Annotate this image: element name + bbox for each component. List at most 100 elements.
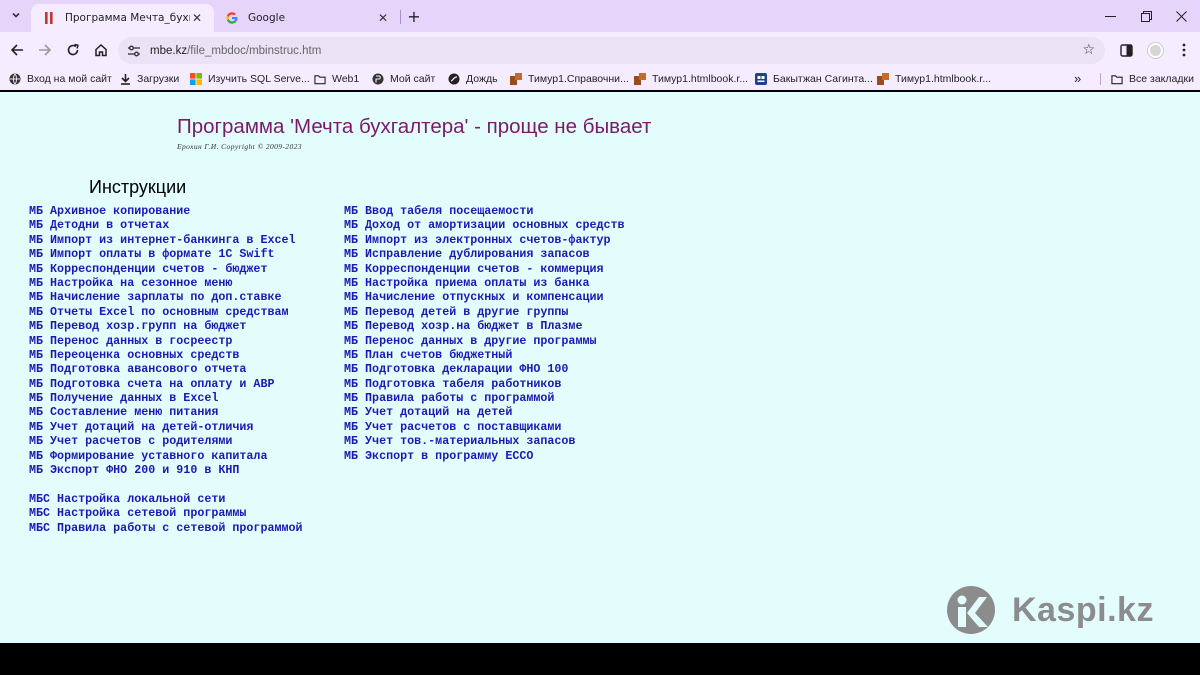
list-item: МБ Импорт из интернет-банкинга в Excel: [29, 231, 296, 247]
list-item: МБ Экспорт ФНО 200 и 910 в КНП: [29, 461, 296, 477]
minimize-button[interactable]: [1091, 0, 1129, 32]
bookmarks-bar: Вход на мой сайт Загрузки Изучить SQL Se…: [0, 68, 1200, 90]
forward-button[interactable]: [33, 38, 57, 62]
list-item: МБ Начисление отпускных и компенсации: [344, 288, 625, 304]
tab-search-button[interactable]: [6, 5, 26, 25]
list-item: МБС Настройка сетевой программы: [29, 504, 303, 520]
address-bar[interactable]: mbe.kz/file_mbdoc/mbinstruc.htm ☆: [118, 37, 1105, 64]
tab-strip: Программа Мечта_бухгалтер ✕ Google ✕ +: [0, 0, 1200, 32]
url-path: /file_mbdoc/mbinstruc.htm: [187, 44, 322, 57]
copyright-text: Ерохин Г.И. Copyright © 2009-2023: [177, 142, 302, 151]
bookmark-label: Бакытжан Сагинта...: [773, 73, 873, 85]
side-panel-button[interactable]: [1114, 38, 1138, 62]
side-panel-icon: [1119, 43, 1133, 57]
new-tab-button[interactable]: +: [404, 6, 424, 26]
google-favicon: [226, 12, 238, 24]
kaspi-logo-icon: [947, 586, 995, 634]
bookmark-item[interactable]: Вход на мой сайт: [9, 71, 112, 87]
all-bookmarks-button[interactable]: Все закладки: [1111, 71, 1194, 87]
list-item: МБ Архивное копирование: [29, 202, 296, 218]
list-item: МБ Формирование уставного капитала: [29, 447, 296, 463]
home-icon: [95, 43, 107, 57]
bookmark-blue-icon: [755, 73, 767, 85]
list-item: МБ Учет расчетов с поставщиками: [344, 418, 625, 434]
list-item: МБ Подготовка счета на оплату и АВР: [29, 375, 296, 391]
instructions-left-column: МБ Архивное копирование МБ Детодни в отч…: [29, 202, 296, 477]
list-item: МБ Учет тов.-материальных запасов: [344, 432, 625, 448]
minimize-icon: [1104, 15, 1116, 17]
instruction-link[interactable]: МБС Правила работы с сетевой программой: [29, 521, 303, 535]
bookmark-item[interactable]: Тимур1.Справочни...: [510, 71, 629, 87]
list-item: МБ Детодни в отчетах: [29, 216, 296, 232]
menu-button[interactable]: [1172, 38, 1196, 62]
bookmark-label: Тимур1.htmlbook.r...: [652, 73, 749, 85]
globe-icon: [9, 73, 21, 85]
instruction-link[interactable]: МБ Экспорт в программу ЕССО: [344, 449, 533, 463]
kaspi-watermark: Kaspi.kz: [946, 585, 1154, 635]
avatar: [1147, 42, 1163, 58]
bookmark-label: Дождь: [466, 73, 498, 85]
bookmark-item[interactable]: Бакытжан Сагинта...: [755, 71, 873, 87]
bookmark-item[interactable]: Мой сайт: [372, 71, 435, 87]
tab-title: Google: [248, 12, 286, 24]
list-item: МБ Начисление зарплаты по доп.ставке: [29, 288, 296, 304]
url-text: mbe.kz/file_mbdoc/mbinstruc.htm: [150, 45, 321, 57]
bookmark-item[interactable]: Дождь: [448, 71, 498, 87]
close-icon[interactable]: ✕: [376, 11, 390, 25]
list-item: МБ Переоценка основных средств: [29, 346, 296, 362]
globe-icon: [372, 73, 384, 85]
back-button[interactable]: [5, 38, 29, 62]
restore-button[interactable]: [1127, 0, 1165, 32]
globe-icon: [448, 73, 460, 85]
section-title: Инструкции: [89, 177, 187, 197]
bookmark-item[interactable]: Тимур1.htmlbook.r...: [634, 71, 748, 87]
bookmark-label: Тимур1.Справочни...: [528, 73, 629, 85]
list-item: МБ Доход от амортизации основных средств: [344, 216, 625, 232]
profile-button[interactable]: [1143, 38, 1167, 62]
list-item: МБ Корреспонденции счетов - бюджет: [29, 260, 296, 276]
bookmark-label: Загрузки: [137, 73, 180, 85]
close-icon[interactable]: ✕: [190, 11, 204, 25]
windows-icon: [190, 73, 202, 85]
bookmark-brown-icon: [877, 73, 889, 85]
bookmark-label: Вход на мой сайт: [27, 73, 112, 85]
pause-red-favicon: [43, 12, 55, 24]
list-item: МБ Перевод детей в другие группы: [344, 303, 625, 319]
list-item: МБ Получение данных в Excel: [29, 389, 296, 405]
list-item: МБС Правила работы с сетевой программой: [29, 519, 303, 535]
bookmark-item[interactable]: Web1: [314, 71, 359, 87]
bookmark-item[interactable]: Загрузки: [119, 71, 179, 87]
reload-button[interactable]: [61, 38, 85, 62]
list-item: МБ Корреспонденции счетов - коммерция: [344, 260, 625, 276]
browser-toolbar: mbe.kz/file_mbdoc/mbinstruc.htm ☆: [0, 32, 1200, 68]
site-info-icon[interactable]: [124, 41, 144, 61]
list-item: МБ Отчеты Excel по основным средствам: [29, 303, 296, 319]
list-item: МБ Импорт оплаты в формате 1С Swift: [29, 245, 296, 261]
bookmark-item[interactable]: Изучить SQL Serve...: [190, 71, 310, 87]
list-item: МБ Подготовка декларации ФНО 100: [344, 360, 625, 376]
instructions-right-column: МБ Ввод табеля посещаемости МБ Доход от …: [344, 202, 625, 463]
list-item: МБ Учет дотаций на детей-отличия: [29, 418, 296, 434]
bookmark-item[interactable]: Тимур1.htmlbook.r...: [877, 71, 991, 87]
list-item: МБ Настройка на сезонное меню: [29, 274, 296, 290]
list-item: МБС Настройка локальной сети: [29, 490, 303, 506]
list-item: МБ Подготовка табеля работников: [344, 375, 625, 391]
bookmarks-overflow-button[interactable]: »: [1074, 71, 1081, 86]
instruction-link[interactable]: МБ Экспорт ФНО 200 и 910 в КНП: [29, 463, 239, 477]
tab-active[interactable]: Программа Мечта_бухгалтер ✕: [31, 4, 214, 32]
list-item: МБ Учет дотаций на детей: [344, 403, 625, 419]
list-item: МБ Составление меню питания: [29, 403, 296, 419]
home-button[interactable]: [89, 38, 113, 62]
restore-icon: [1140, 10, 1152, 22]
bookmark-star-icon[interactable]: ☆: [1082, 42, 1095, 58]
bookmark-label: Изучить SQL Serve...: [208, 73, 310, 85]
tab-google[interactable]: Google ✕: [214, 4, 400, 32]
list-item: МБ Перевод хозр.групп на бюджет: [29, 317, 296, 333]
folder-icon: [1111, 73, 1123, 85]
list-item: МБ Перенос данных в другие программы: [344, 332, 625, 348]
url-domain: mbe.kz: [150, 44, 188, 57]
close-window-button[interactable]: [1162, 0, 1200, 32]
watermark-text: Kaspi.kz: [1012, 590, 1154, 629]
list-item: МБ Экспорт в программу ЕССО: [344, 447, 625, 463]
tab-title: Программа Мечта_бухгалтер: [65, 12, 190, 24]
